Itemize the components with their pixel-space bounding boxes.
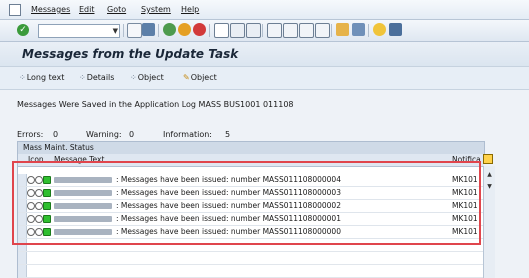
menu-bar: Messages Edit Goto System Help [0, 0, 529, 20]
previous-page-icon[interactable] [283, 23, 298, 38]
chevron-down-icon[interactable]: ▼ [113, 27, 118, 35]
highlight-box [12, 161, 481, 245]
toolbar-separator [262, 24, 263, 37]
find-next-icon[interactable] [246, 23, 261, 38]
cancel-icon[interactable] [193, 23, 206, 36]
exit-icon[interactable] [178, 23, 191, 36]
shortcut-icon[interactable] [352, 23, 365, 36]
toolbar-separator [123, 24, 124, 37]
next-page-icon[interactable] [299, 23, 314, 38]
scroll-up-icon[interactable]: ▲ [485, 170, 494, 179]
long-text-button[interactable]: ⁘Long text [19, 73, 64, 82]
information-value: 5 [225, 130, 231, 139]
toolbar-separator [368, 24, 369, 37]
standard-toolbar: ✓ ▼ [0, 20, 529, 42]
toolbar-separator [158, 24, 159, 37]
warning-value: 0 [129, 130, 135, 139]
pencil-icon: ✎ [183, 73, 190, 82]
command-field[interactable]: ▼ [38, 24, 120, 38]
details-button[interactable]: ⁘Details [79, 73, 114, 82]
menu-edit[interactable]: Edit [79, 5, 95, 14]
menu-goto[interactable]: Goto [107, 5, 126, 14]
info-line: Messages Were Saved in the Application L… [17, 100, 294, 109]
scroll-down-icon[interactable]: ▼ [485, 182, 494, 191]
first-page-icon[interactable] [267, 23, 282, 38]
empty-row [18, 252, 484, 265]
layout-menu-icon[interactable] [389, 23, 402, 36]
column-config-icon[interactable] [483, 154, 493, 164]
errors-value: 0 [53, 130, 59, 139]
back-arrow-icon[interactable] [127, 23, 142, 38]
menu-system[interactable]: System [141, 5, 171, 14]
sap-menu-icon[interactable] [9, 4, 21, 16]
toolbar-separator [331, 24, 332, 37]
enter-checkmark-icon[interactable]: ✓ [17, 24, 29, 36]
page-title: Messages from the Update Task [22, 47, 239, 61]
display-object-button[interactable]: ⁘Object [130, 73, 164, 82]
create-session-icon[interactable] [336, 23, 349, 36]
last-page-icon[interactable] [315, 23, 330, 38]
errors-label: Errors: [17, 130, 44, 139]
save-icon[interactable] [142, 23, 155, 36]
title-bar: Messages from the Update Task [0, 42, 529, 67]
back-icon[interactable] [163, 23, 176, 36]
application-toolbar: ⁘Long text ⁘Details ⁘Object ✎Object [0, 67, 529, 90]
glasses-icon: ⁘ [79, 73, 86, 82]
glasses-icon: ⁘ [19, 73, 26, 82]
glasses-icon: ⁘ [130, 73, 137, 82]
group-header-label: Mass Maint. Status [23, 143, 94, 152]
vertical-scrollbar[interactable]: ▲ ▼ [483, 166, 495, 278]
warning-label: Warning: [86, 130, 122, 139]
information-label: Information: [163, 130, 213, 139]
group-header: Mass Maint. Status [17, 141, 485, 155]
menu-help[interactable]: Help [181, 5, 199, 14]
print-icon[interactable] [214, 23, 229, 38]
help-icon[interactable] [373, 23, 386, 36]
toolbar-separator [209, 24, 210, 37]
empty-row [18, 265, 484, 278]
menu-messages[interactable]: Messages [31, 5, 70, 14]
change-object-button[interactable]: ✎Object [183, 73, 217, 82]
find-icon[interactable] [230, 23, 245, 38]
